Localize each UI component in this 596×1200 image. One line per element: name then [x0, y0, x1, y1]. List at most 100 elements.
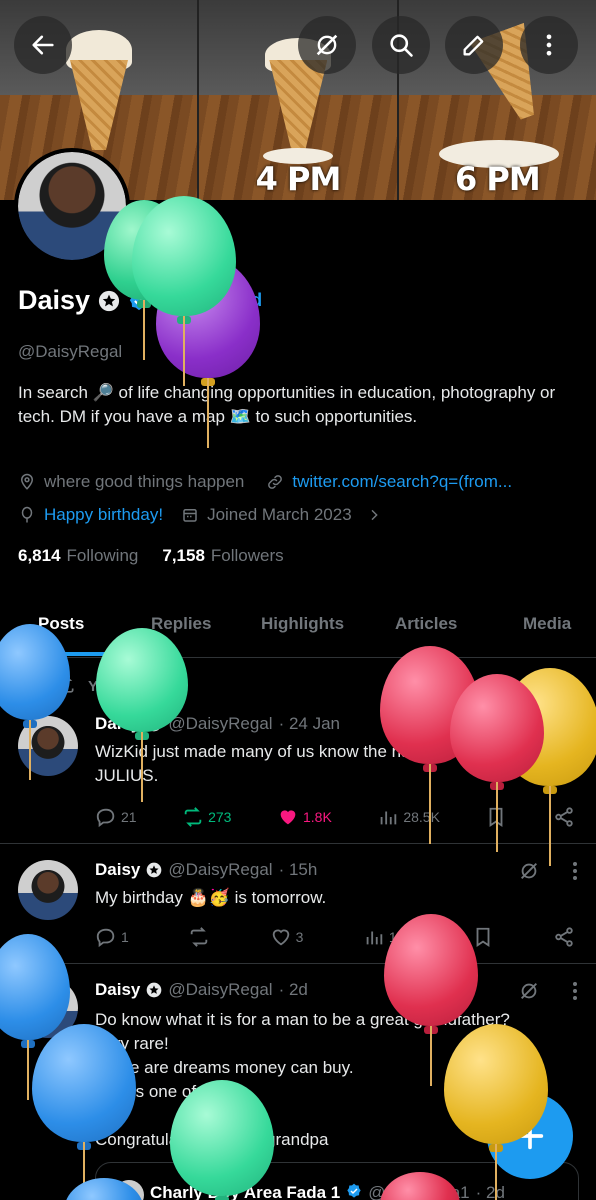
tweet-text: My birthday 🎂🥳 is tomorrow. [95, 888, 327, 907]
quoted-author-handle: @AreaFada1 [368, 1183, 470, 1200]
tweet-author-handle[interactable]: @DaisyRegal [168, 860, 272, 880]
tweet-time: · 24 Jan [278, 714, 340, 733]
profile-joined: Joined March 2023 [207, 505, 352, 524]
more-vertical-icon[interactable] [572, 861, 578, 881]
more-vertical-icon[interactable] [572, 715, 578, 735]
share-icon [555, 927, 573, 947]
bookmark-button[interactable] [472, 926, 494, 948]
followers-stat[interactable]: 7,158 Followers [162, 546, 283, 566]
like-button[interactable]: 1.8K [277, 806, 332, 828]
tweet-top-right [518, 980, 578, 1002]
quoted-tweet-time: · 2d [475, 1183, 505, 1200]
profile-meta-row-1: where good things happen twitter.com/sea… [18, 472, 588, 492]
tweet-text-line: Very rare! [95, 1034, 169, 1053]
following-stat[interactable]: 6,814 Following [18, 546, 138, 566]
heart-icon [272, 929, 289, 946]
tweet[interactable]: Daisy @DaisyRegal · 15h My birthday 🎂🥳 i… [0, 844, 596, 964]
views-button[interactable]: 28.5K [377, 806, 440, 828]
share-button[interactable] [553, 926, 575, 948]
reply-count: 21 [121, 809, 137, 825]
tweet-author-name[interactable]: Daisy [95, 980, 140, 1000]
grok-button[interactable] [298, 16, 356, 74]
repost-icon [184, 807, 202, 827]
tab-articles[interactable]: Articles [395, 614, 457, 634]
tab-replies[interactable]: Replies [151, 614, 211, 634]
tweet-actions: 21 273 1.8K 28.5K [95, 806, 575, 828]
tweet-header: Daisy @DaisyRegal · 15h [95, 860, 317, 880]
profile-location: where good things happen [44, 472, 245, 491]
profile-name: Daisy [18, 285, 91, 315]
tweet-time: · 15h [278, 860, 318, 879]
profile-handle: @DaisyRegal [18, 342, 123, 361]
profile-stats: 6,814 Following 7,158 Followers [18, 546, 284, 566]
tweet-header: Daisy @DaisyRegal · 2d [95, 980, 308, 1000]
like-button[interactable]: 3 [270, 926, 304, 948]
reply-icon [96, 928, 115, 948]
tweet-text-line: This is one of them. [95, 1082, 244, 1101]
repost-count: 273 [208, 809, 232, 825]
bookmark-button[interactable] [485, 806, 507, 828]
location-pin-icon [20, 473, 34, 490]
grok-icon[interactable] [518, 980, 540, 1002]
analytics-icon [381, 811, 397, 825]
tweet-actions: 1 3 198 [95, 926, 575, 948]
views-button[interactable]: 198 [363, 926, 412, 948]
repost-label: You reposted [88, 677, 183, 695]
search-button[interactable] [372, 16, 430, 74]
tweet-text-line: There are dreams money can buy. [95, 1058, 354, 1077]
tweet-author-handle[interactable]: @DaisyRegal [168, 980, 272, 1000]
tab-posts[interactable]: Posts [38, 614, 84, 634]
active-tab-indicator [18, 652, 108, 656]
tweet-author-handle[interactable]: @DaisyRegal [168, 714, 272, 734]
star-badge-icon [147, 862, 162, 878]
verified-badge-icon [347, 1183, 361, 1198]
repost-button[interactable]: 273 [182, 806, 231, 828]
tweet-top-right [518, 860, 578, 882]
profile-website-link[interactable]: twitter.com/search?q=(from... [292, 472, 512, 492]
search-icon [390, 34, 413, 57]
tab-highlights[interactable]: Highlights [261, 614, 344, 634]
tweet[interactable]: Daisy @DaisyRegal · 24 Jan WizKid just m… [0, 700, 596, 844]
bookmark-icon [476, 927, 489, 947]
arrow-left-icon [32, 35, 54, 55]
compose-button[interactable] [487, 1093, 573, 1179]
reply-button[interactable]: 21 [95, 806, 137, 828]
grok-icon[interactable] [518, 714, 540, 736]
reply-button[interactable]: 1 [95, 926, 129, 948]
repost-icon [190, 927, 208, 947]
tweet-avatar[interactable] [18, 978, 78, 1038]
more-vertical-icon [546, 34, 552, 56]
banner-time-label: 6 PM [454, 160, 541, 198]
get-verified-link[interactable]: Get Verified [162, 290, 262, 311]
edit-button[interactable] [445, 16, 503, 74]
more-options-button[interactable] [520, 16, 578, 74]
tweet-author-name[interactable]: Daisy [95, 714, 140, 734]
like-count: 3 [295, 929, 304, 945]
profile-tabs: Posts Replies Highlights Articles Media [0, 600, 596, 658]
bookmark-icon [490, 807, 503, 827]
share-button[interactable] [553, 806, 575, 828]
chevron-right-icon[interactable] [366, 507, 382, 523]
tweet-time: · 2d [278, 980, 308, 999]
back-button[interactable] [14, 16, 72, 74]
repost-button[interactable] [188, 926, 210, 948]
more-vertical-icon[interactable] [572, 981, 578, 1001]
view-count: 198 [388, 929, 413, 945]
tab-media[interactable]: Media [523, 614, 571, 634]
tweet-top-right [518, 714, 578, 736]
verified-badge-icon [129, 290, 149, 310]
reply-icon [96, 808, 115, 828]
profile-avatar[interactable] [14, 148, 130, 264]
tweet-author-name[interactable]: Daisy [95, 860, 140, 880]
grok-icon[interactable] [518, 860, 540, 882]
birthday-link[interactable]: Happy birthday! [44, 505, 163, 525]
like-count: 1.8K [303, 809, 332, 825]
banner-time-label: 4 PM [255, 160, 342, 198]
quoted-author-name: Charly Boy Area Fada 1 [150, 1183, 341, 1200]
link-icon [268, 475, 283, 489]
tweet-avatar[interactable] [18, 716, 78, 776]
tweet-avatar[interactable] [18, 860, 78, 920]
profile-bio: In search 🔎 of life changing opportuniti… [18, 383, 556, 426]
repost-indicator: You reposted [56, 676, 183, 696]
star-badge-icon [98, 290, 120, 311]
